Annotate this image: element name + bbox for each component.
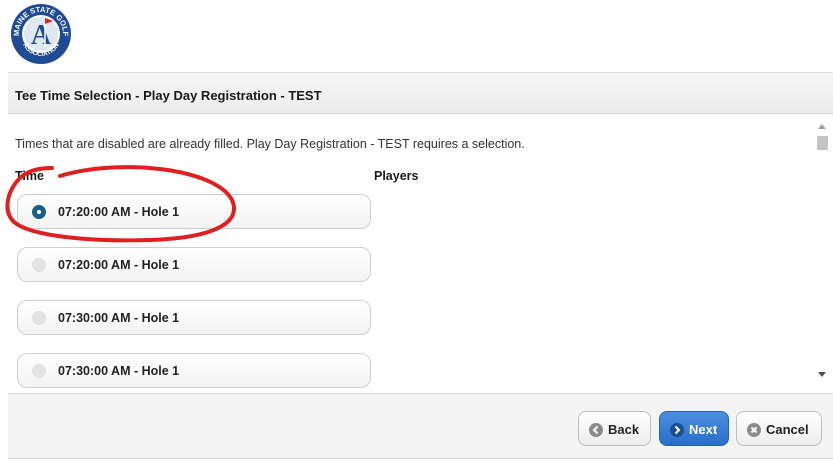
chevron-right-circle-icon xyxy=(670,423,684,437)
info-text: Times that are disabled are already fill… xyxy=(15,137,525,151)
tee-time-label: 07:20:00 AM - Hole 1 xyxy=(58,205,180,219)
cancel-button[interactable]: Cancel xyxy=(736,411,822,446)
tee-time-option: 07:20:00 AM - Hole 1 xyxy=(17,247,371,282)
tee-time-option: 07:30:00 AM - Hole 1 xyxy=(17,300,371,335)
tee-time-label: 07:20:00 AM - Hole 1 xyxy=(58,258,180,272)
scroll-down-arrow-icon[interactable] xyxy=(818,372,826,377)
x-circle-icon xyxy=(747,423,761,437)
tee-time-label: 07:30:00 AM - Hole 1 xyxy=(58,311,180,325)
tee-time-label: 07:30:00 AM - Hole 1 xyxy=(58,364,180,378)
back-button-label: Back xyxy=(608,422,640,437)
chevron-left-circle-icon xyxy=(589,423,603,437)
back-button[interactable]: Back xyxy=(578,411,651,446)
tee-time-dialog: Tee Time Selection - Play Day Registrati… xyxy=(8,72,833,468)
scroll-thumb[interactable] xyxy=(817,136,828,150)
radio-disabled-icon xyxy=(32,364,46,378)
dialog-title: Tee Time Selection - Play Day Registrati… xyxy=(15,88,322,103)
vertical-scrollbar[interactable] xyxy=(813,114,831,394)
cancel-button-label: Cancel xyxy=(766,422,809,437)
radio-disabled-icon xyxy=(32,311,46,325)
radio-disabled-icon xyxy=(32,258,46,272)
maine-state-golf-association-logo: MAINE STATE GOLF ASSOCIATION A xyxy=(10,3,72,65)
dialog-footer: Back Next Cancel xyxy=(8,393,833,459)
dialog-header: Tee Time Selection - Play Day Registrati… xyxy=(8,72,833,114)
scroll-up-arrow-icon[interactable] xyxy=(818,124,826,129)
players-column-header: Players xyxy=(374,169,419,183)
tee-time-option[interactable]: 07:20:00 AM - Hole 1 xyxy=(17,194,371,229)
next-button[interactable]: Next xyxy=(659,411,729,446)
tee-time-option: 07:30:00 AM - Hole 1 xyxy=(17,353,371,388)
time-column-header: Time xyxy=(15,169,44,183)
logo-monogram: A xyxy=(31,20,52,51)
tee-time-list-panel: Times that are disabled are already fill… xyxy=(8,114,833,394)
radio-selected-icon[interactable] xyxy=(32,205,46,219)
next-button-label: Next xyxy=(689,422,718,437)
